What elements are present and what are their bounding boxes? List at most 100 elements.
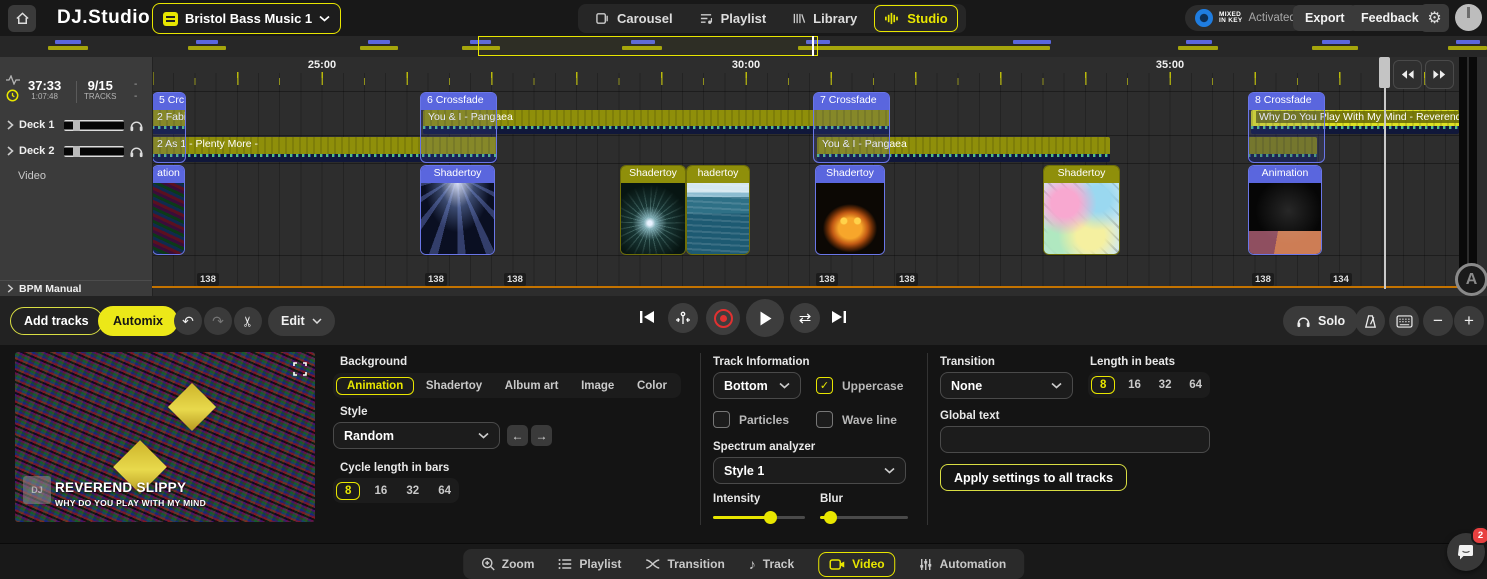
- jump-back-button[interactable]: [1393, 60, 1422, 89]
- video-clip-shadertoy-tunnel[interactable]: Shadertoy: [420, 165, 495, 255]
- video-thumbnail: [1044, 183, 1119, 255]
- skip-to-end-button[interactable]: [830, 309, 848, 325]
- background-option-image[interactable]: Image: [570, 377, 625, 395]
- background-option-album-art[interactable]: Album art: [494, 377, 570, 395]
- vertical-scrollbar[interactable]: [1459, 57, 1477, 289]
- video-clip-shadertoy-pastel[interactable]: Shadertoy: [1043, 165, 1120, 255]
- settings-button[interactable]: ⚙: [1420, 4, 1449, 32]
- length-option-8[interactable]: 8: [1091, 376, 1115, 394]
- waveform-icon: [6, 75, 20, 85]
- tempo-automation-line[interactable]: [152, 286, 1459, 288]
- length-option-16[interactable]: 16: [1123, 376, 1146, 394]
- video-preview[interactable]: DJ REVEREND SLIPPY WHY DO YOU PLAY WITH …: [15, 352, 315, 522]
- text-position-dropdown[interactable]: Bottom: [713, 372, 801, 399]
- nav-studio-label: Studio: [907, 11, 947, 26]
- shortcuts-button[interactable]: [1389, 306, 1419, 336]
- nav-carousel[interactable]: Carousel: [586, 6, 682, 31]
- home-button[interactable]: [8, 5, 36, 32]
- app-logo: DJ.Studio: [57, 7, 150, 29]
- zoom-out-button[interactable]: −: [1423, 306, 1453, 336]
- nav-carousel-label: Carousel: [617, 11, 673, 26]
- tab-playlist[interactable]: Playlist: [558, 557, 621, 571]
- headphones-icon[interactable]: [129, 144, 144, 158]
- play-button[interactable]: [746, 299, 784, 337]
- record-button[interactable]: [706, 301, 740, 335]
- export-button[interactable]: Export: [1293, 5, 1357, 31]
- chevron-right-icon[interactable]: [6, 120, 14, 130]
- loop-button[interactable]: ⇄: [790, 303, 820, 333]
- crossfade-6[interactable]: 6 Crossfade: [420, 92, 497, 163]
- video-camera-icon: [829, 559, 845, 570]
- jump-forward-button[interactable]: [1425, 60, 1454, 89]
- cycle-option-32[interactable]: 32: [401, 482, 424, 500]
- avatar[interactable]: [1455, 4, 1482, 31]
- video-clip-shadertoy-pumpkin[interactable]: Shadertoy: [815, 165, 885, 255]
- add-tracks-button[interactable]: Add tracks: [10, 307, 103, 335]
- video-clip-shadertoy-burst[interactable]: Shadertoy: [620, 165, 686, 255]
- video-clip-animation-2[interactable]: Animation: [1248, 165, 1322, 255]
- edit-menu-button[interactable]: Edit: [268, 306, 335, 336]
- tab-video-label: Video: [852, 557, 884, 571]
- spectrum-style-dropdown[interactable]: Style 1: [713, 457, 906, 484]
- tab-automation[interactable]: Automation: [920, 557, 1007, 571]
- chevron-right-icon[interactable]: [6, 146, 14, 156]
- tab-track[interactable]: ♪ Track: [749, 556, 794, 572]
- tab-video[interactable]: Video: [818, 552, 895, 577]
- snap-playhead-icon: [675, 311, 691, 325]
- headphones-icon[interactable]: [129, 118, 144, 132]
- sync-playhead-button[interactable]: [668, 303, 698, 333]
- zoom-in-button[interactable]: +: [1454, 306, 1484, 336]
- global-text-input[interactable]: [940, 426, 1210, 453]
- tab-transition[interactable]: Transition: [645, 557, 724, 571]
- nav-library[interactable]: Library: [783, 6, 866, 31]
- cycle-option-8[interactable]: 8: [336, 482, 360, 500]
- crossfade-8[interactable]: 8 Crossfade: [1248, 92, 1325, 163]
- background-option-shadertoy[interactable]: Shadertoy: [415, 377, 493, 395]
- wave-line-checkbox[interactable]: ✓: [816, 411, 833, 428]
- video-clip-animation-1[interactable]: ation: [152, 165, 185, 255]
- particles-checkbox[interactable]: ✓: [713, 411, 730, 428]
- playhead-line[interactable]: [1384, 57, 1386, 289]
- project-selector[interactable]: Bristol Bass Music 1: [152, 3, 341, 34]
- apply-settings-button[interactable]: Apply settings to all tracks: [940, 464, 1127, 491]
- length-option-64[interactable]: 64: [1184, 376, 1207, 394]
- skip-to-start-button[interactable]: [638, 309, 656, 325]
- playhead-handle[interactable]: [1379, 57, 1390, 88]
- uppercase-checkbox[interactable]: ✓: [816, 377, 833, 394]
- minimap-clip: [1448, 46, 1487, 50]
- style-prev-button[interactable]: ←: [507, 425, 528, 446]
- cycle-option-64[interactable]: 64: [433, 482, 456, 500]
- video-clip-shadertoy-ocean[interactable]: hadertoy: [686, 165, 750, 255]
- nav-studio[interactable]: Studio: [874, 5, 957, 32]
- cycle-option-16[interactable]: 16: [369, 482, 392, 500]
- crossfade-7[interactable]: 7 Crossfade: [813, 92, 890, 163]
- style-dropdown[interactable]: Random: [333, 422, 500, 449]
- tab-zoom[interactable]: Zoom: [481, 557, 535, 571]
- redo-button[interactable]: ↷: [204, 307, 232, 335]
- tab-zoom-label: Zoom: [502, 557, 535, 571]
- deck1-volume-fader[interactable]: [64, 120, 124, 131]
- feedback-button[interactable]: Feedback: [1349, 5, 1431, 31]
- transition-dropdown[interactable]: None: [940, 372, 1073, 399]
- cut-button[interactable]: ✂: [234, 307, 262, 335]
- style-next-button[interactable]: →: [531, 425, 552, 446]
- background-option-animation[interactable]: Animation: [336, 377, 414, 395]
- background-option-color[interactable]: Color: [626, 377, 678, 395]
- nav-playlist[interactable]: Playlist: [690, 6, 776, 31]
- solo-button[interactable]: Solo: [1283, 306, 1358, 336]
- timeline[interactable]: 25:00 30:00 35:00 2 Fabio You & I - Pang…: [152, 57, 1487, 296]
- minimap-playhead[interactable]: [812, 36, 814, 56]
- metronome-button[interactable]: [1355, 306, 1385, 336]
- timeline-minimap[interactable]: [0, 36, 1487, 58]
- crossfade-5[interactable]: 5 Crc: [152, 92, 186, 163]
- blur-slider[interactable]: [820, 516, 908, 519]
- automix-button[interactable]: Automix: [98, 306, 178, 336]
- mik-status: Activated: [1248, 12, 1295, 24]
- bpm-manual-row[interactable]: BPM Manual: [0, 280, 152, 296]
- length-option-32[interactable]: 32: [1154, 376, 1177, 394]
- undo-button[interactable]: ↶: [174, 307, 202, 335]
- fullscreen-icon[interactable]: [293, 362, 307, 376]
- deck2-volume-fader[interactable]: [64, 146, 124, 157]
- minimap-viewport[interactable]: [478, 36, 818, 56]
- intensity-slider[interactable]: [713, 516, 805, 519]
